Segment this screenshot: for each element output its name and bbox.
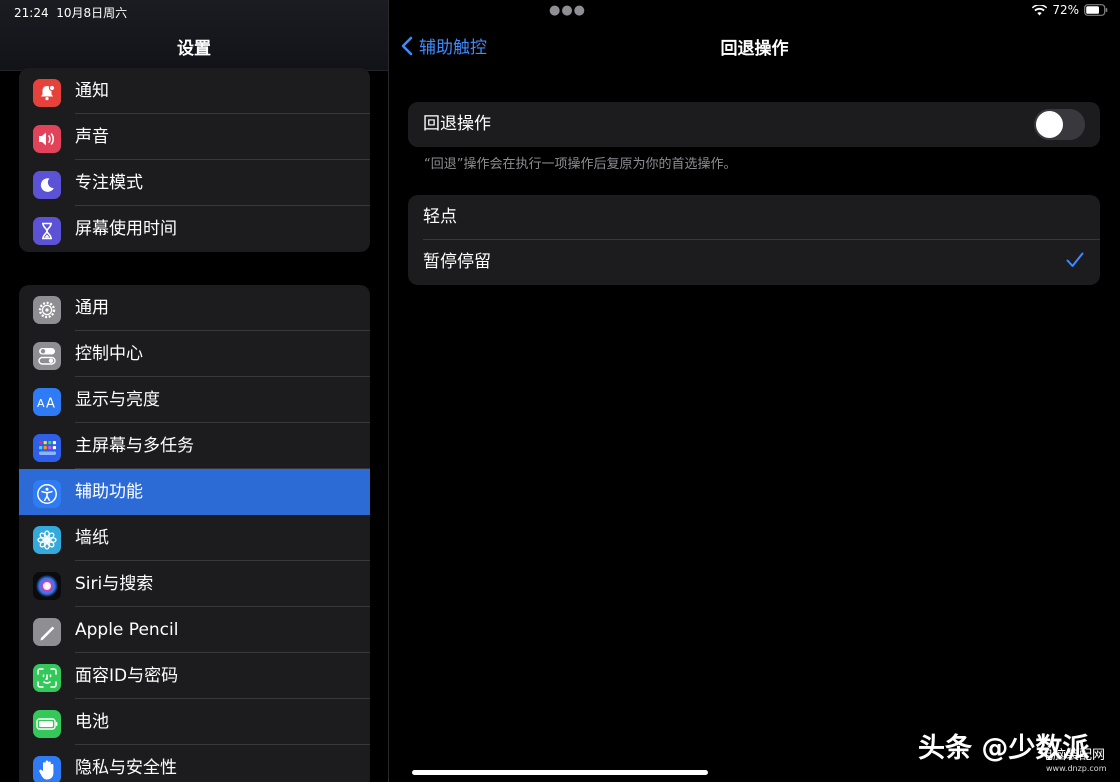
sidebar-title: 设置 [177, 39, 211, 59]
hourglass-icon [33, 217, 61, 245]
sidebar-item-home-screen-multitasking[interactable]: 主屏幕与多任务 [19, 423, 370, 469]
sidebar-item-label: 声音 [75, 127, 109, 147]
svg-text:A: A [37, 397, 45, 410]
settings-group-general: 通用 控制中心 AA 显示与亮度 主屏幕与多任务 辅助功能 墙纸 Siri与搜索… [19, 285, 370, 782]
sidebar-item-screen-time[interactable]: 屏幕使用时间 [19, 206, 370, 252]
sidebar-item-label: 主屏幕与多任务 [75, 436, 194, 456]
moon-icon [33, 171, 61, 199]
sidebar-item-label: 通知 [75, 81, 109, 101]
detail-pane: ●●● 72% 辅助触控 回退操作 回退操作 “回退”操作会在执行一项操作后复原… [389, 0, 1120, 782]
status-bar-right: 72% [1032, 3, 1108, 17]
pencil-icon [33, 618, 61, 646]
status-battery-icon [1084, 4, 1108, 16]
toggles-icon [33, 342, 61, 370]
text-size-icon: AA [33, 388, 61, 416]
battery-percent: 72% [1052, 3, 1079, 17]
watermark-site: 电脑装配网 [1040, 748, 1106, 763]
revert-toggle-label: 回退操作 [423, 114, 491, 134]
status-time-date: 21:24 10月8日周六 [14, 4, 127, 21]
sidebar-item-label: 面容ID与密码 [75, 666, 179, 686]
sidebar-item-battery[interactable]: 电池 [19, 699, 370, 745]
sidebar-item-label: 显示与亮度 [75, 390, 160, 410]
revert-options-card: 轻点 暂停停留 [408, 195, 1100, 285]
sidebar-item-label: 墙纸 [75, 528, 109, 548]
sidebar-item-display-brightness[interactable]: AA 显示与亮度 [19, 377, 370, 423]
checkmark-icon [1066, 252, 1084, 272]
sidebar-item-sounds[interactable]: 声音 [19, 114, 370, 160]
revert-footnote: “回退”操作会在执行一项操作后复原为你的首选操作。 [424, 157, 737, 172]
gear-icon [33, 296, 61, 324]
status-time: 21:24 [14, 6, 49, 20]
sidebar-item-label: Siri与搜索 [75, 574, 154, 594]
sidebar-item-control-center[interactable]: 控制中心 [19, 331, 370, 377]
flower-icon [33, 526, 61, 554]
option-label: 暂停停留 [423, 252, 491, 272]
revert-toggle-switch[interactable] [1034, 109, 1085, 140]
toggle-knob [1036, 111, 1063, 138]
bell-icon [33, 79, 61, 107]
watermark-url: www.dnzp.com [1046, 764, 1107, 773]
sidebar-item-label: 辅助功能 [75, 482, 143, 502]
settings-group-notifications: 通知 声音 专注模式 屏幕使用时间 [19, 68, 370, 252]
battery-icon [33, 710, 61, 738]
home-grid-icon [33, 434, 61, 462]
sidebar-item-wallpaper[interactable]: 墙纸 [19, 515, 370, 561]
sidebar-item-face-id-passcode[interactable]: 面容ID与密码 [19, 653, 370, 699]
sidebar-item-label: 专注模式 [75, 173, 143, 193]
sidebar-item-label: 屏幕使用时间 [75, 219, 177, 239]
sidebar-item-siri-search[interactable]: Siri与搜索 [19, 561, 370, 607]
sidebar-item-label: 通用 [75, 298, 109, 318]
face-id-icon [33, 664, 61, 692]
revert-toggle-card: 回退操作 [408, 102, 1100, 147]
settings-sidebar: 21:24 10月8日周六 设置 通知 声音 专注模式 屏幕使用时间 通用 控制… [0, 0, 388, 782]
sidebar-item-notifications[interactable]: 通知 [19, 68, 370, 114]
sidebar-item-general[interactable]: 通用 [19, 285, 370, 331]
sidebar-item-label: Apple Pencil [75, 620, 179, 640]
siri-icon [33, 572, 61, 600]
revert-toggle-row: 回退操作 [408, 102, 1100, 147]
sidebar-item-label: 控制中心 [75, 344, 143, 364]
sidebar-item-privacy-security[interactable]: 隐私与安全性 [19, 745, 370, 782]
sidebar-item-apple-pencil[interactable]: Apple Pencil [19, 607, 370, 653]
page-title: 回退操作 [720, 39, 789, 59]
svg-text:A: A [46, 397, 55, 411]
wifi-icon [1032, 4, 1048, 15]
speaker-icon [33, 125, 61, 153]
option-row-tap[interactable]: 轻点 [408, 195, 1100, 240]
sidebar-item-label: 隐私与安全性 [75, 758, 177, 778]
sidebar-header: 21:24 10月8日周六 设置 [0, 0, 388, 71]
hand-icon [33, 756, 61, 782]
multitasking-dots-icon[interactable]: ●●● [549, 3, 586, 18]
sidebar-item-accessibility[interactable]: 辅助功能 [19, 469, 370, 515]
accessibility-icon [33, 480, 61, 508]
status-date: 10月8日周六 [56, 6, 128, 20]
sidebar-item-label: 电池 [75, 712, 109, 732]
option-label: 轻点 [423, 207, 457, 227]
sidebar-item-focus[interactable]: 专注模式 [19, 160, 370, 206]
home-indicator[interactable] [412, 770, 708, 775]
option-row-dwell[interactable]: 暂停停留 [408, 240, 1100, 285]
